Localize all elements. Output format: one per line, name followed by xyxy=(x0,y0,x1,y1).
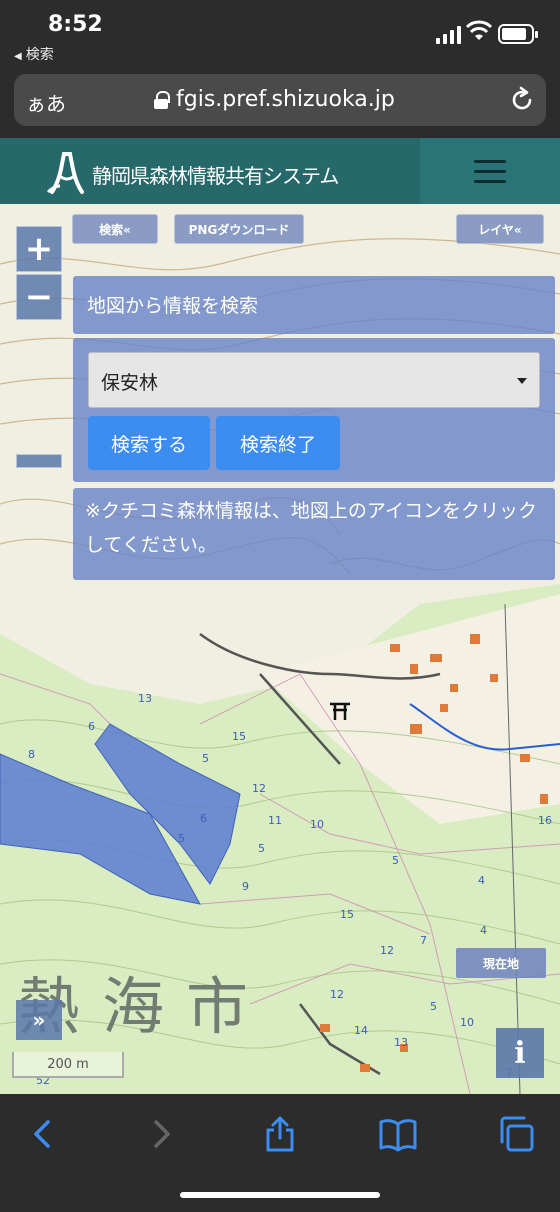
kuchikomi-note: ※クチコミ森林情報は、地図上のアイコンをクリックしてください。 xyxy=(73,488,555,580)
battery-icon xyxy=(498,24,538,44)
back-app-label: 検索 xyxy=(25,47,54,63)
search-toggle-button[interactable]: 検索« xyxy=(72,214,158,244)
screen: 8:52 ◀ 検索 ぁあ fgis.pref.shizuoka.jp 静岡県森林… xyxy=(0,0,560,1212)
contour-number-label: 7 xyxy=(420,934,427,947)
tabs-icon[interactable] xyxy=(496,1114,536,1154)
contour-number-label: 9 xyxy=(242,880,249,893)
contour-number-label: 12 xyxy=(252,782,266,795)
contour-number-label: 12 xyxy=(380,944,394,957)
contour-number-label: 6 xyxy=(88,720,95,733)
zoom-out-button[interactable]: − xyxy=(16,274,62,320)
browser-toolbar xyxy=(0,1094,560,1212)
zoom-slider-handle[interactable] xyxy=(16,454,62,468)
url-display[interactable]: fgis.pref.shizuoka.jp xyxy=(154,87,395,112)
contour-number-label: 16 xyxy=(538,814,552,827)
home-indicator xyxy=(180,1192,380,1198)
mount-fuji-logo-icon xyxy=(46,152,84,194)
map-view[interactable]: 13 6 8 15 5 12 10 5 6 9 5 11 12 15 7 5 4… xyxy=(0,204,560,1094)
contour-number-label: 6 xyxy=(200,812,207,825)
search-panel-title: 地図から情報を検索 xyxy=(73,276,555,334)
contour-number-label: 5 xyxy=(178,832,185,845)
back-arrow-icon: ◀ xyxy=(14,51,22,62)
contour-number-label: 5 xyxy=(202,752,209,765)
address-bar[interactable]: ぁあ fgis.pref.shizuoka.jp xyxy=(14,74,546,126)
contour-number-label: 5 xyxy=(258,842,265,855)
reload-icon[interactable] xyxy=(508,86,536,114)
share-icon[interactable] xyxy=(260,1114,300,1154)
map-scale-bar: 200 m xyxy=(12,1052,124,1078)
expand-panel-button[interactable]: » xyxy=(16,1000,62,1040)
chevron-down-icon xyxy=(517,378,527,384)
text-size-button[interactable]: ぁあ xyxy=(26,88,66,117)
site-header: 静岡県森林情報共有システム xyxy=(0,138,560,204)
contour-number-label: 4 xyxy=(478,874,485,887)
contour-number-label: 11 xyxy=(268,814,282,827)
back-to-app-link[interactable]: ◀ 検索 xyxy=(14,44,54,64)
layer-toggle-button[interactable]: レイヤ« xyxy=(456,214,544,244)
status-bar: 8:52 ◀ 検索 xyxy=(0,0,560,66)
back-icon[interactable] xyxy=(22,1114,62,1154)
contour-number-label: 14 xyxy=(354,1024,368,1037)
browser-address-area: ぁあ fgis.pref.shizuoka.jp xyxy=(0,66,560,138)
zoom-in-button[interactable]: + xyxy=(16,226,62,272)
contour-number-label: 4 xyxy=(480,924,487,937)
url-text: fgis.pref.shizuoka.jp xyxy=(176,87,395,112)
contour-number-label: 5 xyxy=(430,1000,437,1013)
contour-number-label: 15 xyxy=(232,730,246,743)
end-search-button[interactable]: 検索終了 xyxy=(216,416,340,470)
cellular-signal-icon xyxy=(436,26,461,44)
search-panel: 保安林 検索する 検索終了 xyxy=(73,338,555,482)
current-location-button[interactable]: 現在地 xyxy=(456,948,546,978)
wifi-icon xyxy=(466,20,492,40)
contour-number-label: 5 xyxy=(392,854,399,867)
site-logo[interactable]: 静岡県森林情報共有システム xyxy=(0,138,420,204)
lock-icon xyxy=(154,90,170,109)
clock: 8:52 xyxy=(48,12,103,37)
search-type-value: 保安林 xyxy=(101,372,159,394)
contour-number-label: 10 xyxy=(310,818,324,831)
info-button[interactable]: i xyxy=(496,1028,544,1078)
contour-number-label: 15 xyxy=(340,908,354,921)
search-button[interactable]: 検索する xyxy=(88,416,210,470)
forward-icon xyxy=(154,1120,170,1148)
contour-number-label: 10 xyxy=(460,1016,474,1029)
site-title: 静岡県森林情報共有システム xyxy=(92,164,339,188)
png-download-button[interactable]: PNGダウンロード xyxy=(174,214,304,244)
contour-number-label: 13 xyxy=(394,1036,408,1049)
search-type-select[interactable]: 保安林 xyxy=(88,352,540,408)
bookmarks-icon[interactable] xyxy=(378,1114,418,1154)
contour-number-label: 13 xyxy=(138,692,152,705)
contour-number-label: 12 xyxy=(330,988,344,1001)
hamburger-menu-button[interactable] xyxy=(420,138,560,204)
contour-number-label: 8 xyxy=(28,748,35,761)
